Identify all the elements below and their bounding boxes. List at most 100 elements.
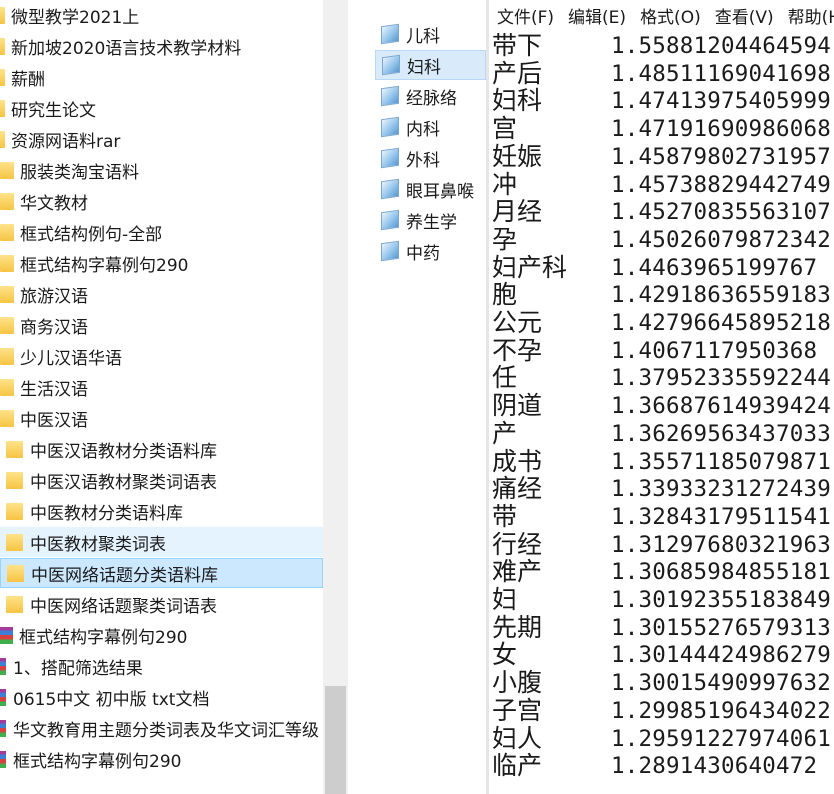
text-line: 宫 1.47191690986068 — [492, 115, 834, 143]
tree-scrollbar[interactable] — [323, 0, 348, 794]
text-line: 妊娠 1.45879802731957 — [492, 141, 834, 171]
tree-item[interactable]: 生活汉语 — [0, 372, 323, 402]
tree-item-label: 中医教材分类语料库 — [30, 503, 183, 524]
term-score: 1.42796645895218 — [611, 310, 831, 336]
tree-item[interactable]: 1、搭配筛选结果 — [0, 651, 323, 681]
tree-item[interactable]: 框式结构字幕例句290 — [0, 248, 323, 278]
tree-item-label: 中医网络话题聚类词语表 — [30, 596, 217, 617]
text-editor[interactable]: 带下 1.55881204464594 产后 1.48511169041698 妇科 1.… — [492, 30, 834, 794]
file-item-label: 内科 — [406, 119, 440, 140]
menu-view[interactable]: 查看(V) — [707, 3, 780, 28]
tree-item-label: 中医汉语 — [20, 410, 88, 431]
text-line: 先期 1.30155276579313 — [492, 613, 834, 642]
term-score: 1.45738829442749 — [611, 171, 831, 198]
tree-item[interactable]: 中医教材分类语料库 — [0, 496, 323, 526]
file-item[interactable]: 外科 — [375, 143, 486, 173]
file-item-label: 中药 — [406, 243, 440, 264]
tree-item-label: 少儿汉语华语 — [20, 348, 122, 369]
text-line: 妇产科 1.4463965199767 — [492, 253, 834, 282]
tree-scrollbar-thumb[interactable] — [325, 686, 346, 794]
tree-item[interactable]: 华文教育用主题分类词表及华文词汇等级 — [0, 713, 323, 743]
term-word: 女 — [492, 640, 518, 670]
folder-icon — [0, 99, 5, 117]
term-score: 1.47191690986068 — [611, 116, 831, 143]
term-score: 1.30155276579313 — [611, 614, 831, 641]
term-word: 妊娠 — [492, 141, 543, 171]
term-score: 1.55881204464594 — [611, 33, 831, 59]
file-item[interactable]: 儿科 — [375, 19, 486, 49]
text-file-icon — [381, 178, 399, 200]
menu-format[interactable]: 格式(O) — [632, 3, 707, 28]
folder-icon — [6, 502, 23, 520]
file-item[interactable]: 养生学 — [375, 205, 486, 235]
tree-item-label: 资源网语料rar — [11, 131, 121, 152]
tree-item[interactable]: 中医汉语教材聚类词语表 — [0, 465, 323, 495]
term-word: 月经 — [492, 197, 543, 227]
menu-help[interactable]: 帮助(H) — [780, 3, 834, 28]
tree-item-label: 0615中文 初中版 txt文档 — [13, 689, 210, 710]
text-line: 阴道 1.36687614939424 — [492, 392, 834, 420]
term-word: 痛经 — [492, 474, 543, 504]
tree-item[interactable]: 0615中文 初中版 txt文档 — [0, 682, 323, 712]
folder-icon — [0, 347, 14, 365]
folder-icon — [6, 471, 23, 489]
tree-item[interactable]: 少儿汉语华语 — [0, 341, 323, 371]
text-file-icon — [381, 240, 399, 262]
tree-item[interactable]: 华文教材 — [0, 186, 323, 216]
tree-item[interactable]: 中医教材聚类词表 — [0, 527, 323, 557]
file-item[interactable]: 眼耳鼻喉 — [375, 174, 486, 204]
tree-item[interactable]: 研究生论文 — [0, 93, 323, 123]
tree-item[interactable]: 资源网语料rar — [0, 124, 323, 154]
file-item[interactable]: 中药 — [375, 236, 486, 266]
navigation-tree: 微型教学2021上新加坡2020语言技术教学材料薪酬 研究生论文资源网语料rar 服… — [0, 0, 323, 794]
tree-item[interactable]: 旅游汉语 — [0, 279, 323, 309]
tree-item[interactable]: 微型教学2021上 — [0, 0, 323, 30]
file-item[interactable]: 妇科 — [375, 50, 486, 80]
term-score: 1.4067117950368 — [611, 337, 818, 364]
term-word: 产 — [492, 418, 518, 448]
tree-item[interactable]: 新加坡2020语言技术教学材料 — [0, 31, 323, 61]
menu-file[interactable]: 文件(F) — [489, 3, 560, 28]
term-word: 妇 — [492, 585, 518, 614]
term-word: 成书 — [492, 446, 543, 476]
tree-item[interactable]: 框式结构字幕例句290 — [0, 744, 323, 774]
tree-item[interactable]: 中医网络话题聚类词语表 — [0, 589, 323, 619]
folder-icon — [0, 161, 14, 179]
tree-item[interactable]: 中医汉语教材分类语料库 — [0, 434, 323, 464]
text-line: 临产 1.2891430640472 — [492, 752, 834, 780]
term-word: 带下 — [492, 31, 543, 60]
file-item[interactable]: 内科 — [375, 112, 486, 142]
folder-icon — [6, 595, 23, 613]
tree-item[interactable]: 服装类淘宝语料 — [0, 155, 323, 185]
tree-item[interactable]: 中医汉语 — [0, 403, 323, 433]
text-line: 妇人 1.29591227974061 — [492, 724, 834, 753]
text-line: 女 1.30144424986279 — [492, 641, 834, 669]
term-score: 1.2891430640472 — [611, 753, 818, 780]
tree-item-label: 框式结构字幕例句290 — [20, 255, 189, 276]
tree-item[interactable]: 薪酬 — [0, 62, 323, 92]
tree-item[interactable]: 中医网络话题分类语料库 — [0, 558, 323, 588]
term-word: 阴道 — [492, 391, 543, 421]
tree-item[interactable]: 框式结构例句-全部 — [0, 217, 323, 247]
text-line: 不孕 1.4067117950368 — [492, 335, 834, 365]
tree-item[interactable]: 商务汉语 — [0, 310, 323, 340]
text-line: 难产 1.30685984855181 — [492, 558, 834, 586]
text-file-icon — [381, 116, 399, 138]
file-item[interactable]: 经脉络 — [375, 81, 486, 111]
tree-item[interactable]: 框式结构字幕例句290 — [0, 620, 323, 650]
term-word: 胞 — [492, 280, 518, 310]
text-line: 公元 1.42796645895218 — [492, 309, 834, 337]
folder-icon — [0, 378, 14, 396]
menu-edit[interactable]: 编辑(E) — [560, 3, 632, 28]
term-word: 宫 — [492, 114, 518, 144]
menu-bar: 文件(F) 编辑(E) 格式(O) 查看(V) 帮助(H) — [489, 0, 834, 30]
term-word: 不孕 — [492, 335, 543, 365]
folder-icon — [0, 316, 14, 334]
tree-item-label: 商务汉语 — [20, 317, 88, 338]
tree-item-label: 1、搭配筛选结果 — [13, 658, 143, 679]
text-line: 产 1.36269563437033 — [492, 418, 834, 448]
term-score: 1.36687614939424 — [611, 393, 831, 420]
text-line: 小腹 1.30015490997632 — [492, 669, 834, 697]
tree-item-label: 新加坡2020语言技术教学材料 — [11, 38, 242, 59]
term-score: 1.45270835563107 — [611, 199, 831, 226]
